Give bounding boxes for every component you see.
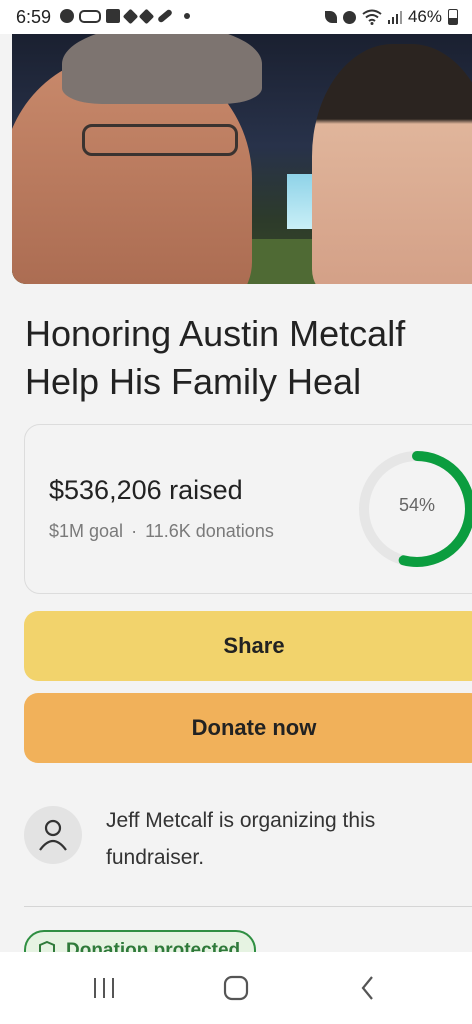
goal-separator: · — [131, 521, 138, 541]
back-icon — [361, 976, 373, 1000]
share-button[interactable]: Share — [24, 611, 472, 681]
navigation-bar — [0, 952, 472, 1024]
donation-count: 11.6K donations — [145, 521, 274, 541]
messenger-icon — [60, 9, 74, 23]
organizer-info: Jeff Metcalf is organizing this fundrais… — [24, 802, 464, 892]
voicemail-icon — [79, 9, 101, 23]
hero-photo — [12, 34, 472, 284]
status-time: 6:59 — [16, 7, 52, 27]
dropbox-icon — [138, 8, 155, 24]
dot-icon — [184, 13, 190, 19]
leaf-icon — [324, 11, 337, 23]
user-icon — [39, 819, 67, 851]
system-icons: 46% — [324, 7, 458, 27]
divider — [24, 906, 472, 907]
photo-cap — [62, 34, 262, 104]
progress-percent: 54% — [398, 495, 436, 515]
donate-now-button[interactable]: Donate now — [24, 693, 472, 763]
home-button[interactable] — [216, 974, 256, 1002]
square-app-icon — [106, 9, 120, 23]
badge-label: Donation protected — [66, 940, 241, 952]
photo-glasses — [82, 124, 238, 156]
notification-icons — [60, 8, 190, 24]
alarm-icon — [342, 10, 356, 24]
link-icon — [156, 8, 174, 24]
home-icon — [223, 975, 249, 1001]
goal-amount: $1M goal — [49, 521, 124, 541]
organizer-text: Jeff Metcalf is organizing this fundrais… — [106, 809, 376, 869]
goal-summary: $1M goal · 11.6K donations — [49, 521, 274, 542]
battery-percent: 46% — [407, 7, 442, 26]
amount-raised: $536,206 raised — [49, 475, 243, 505]
dropbox-icon — [122, 8, 139, 24]
battery-icon — [448, 9, 458, 25]
donation-protected-badge[interactable]: Donation protected — [24, 930, 257, 952]
recent-apps-button[interactable] — [84, 974, 124, 1002]
back-button[interactable] — [348, 974, 388, 1002]
shield-icon — [39, 941, 55, 952]
recent-apps-icon — [94, 978, 114, 998]
signal-icon — [387, 11, 402, 24]
progress-card: $536,206 raised $1M goal · 11.6K donations… — [24, 424, 472, 594]
photo-person-right — [312, 44, 472, 284]
wifi-icon — [362, 9, 382, 25]
status-bar: 6:59 46% — [0, 0, 472, 34]
fundraiser-title: Honoring Austin Metcalf Help His Family … — [25, 313, 406, 402]
fundraiser-page: Honoring Austin Metcalf Help His Family … — [0, 34, 472, 952]
avatar — [24, 806, 82, 864]
